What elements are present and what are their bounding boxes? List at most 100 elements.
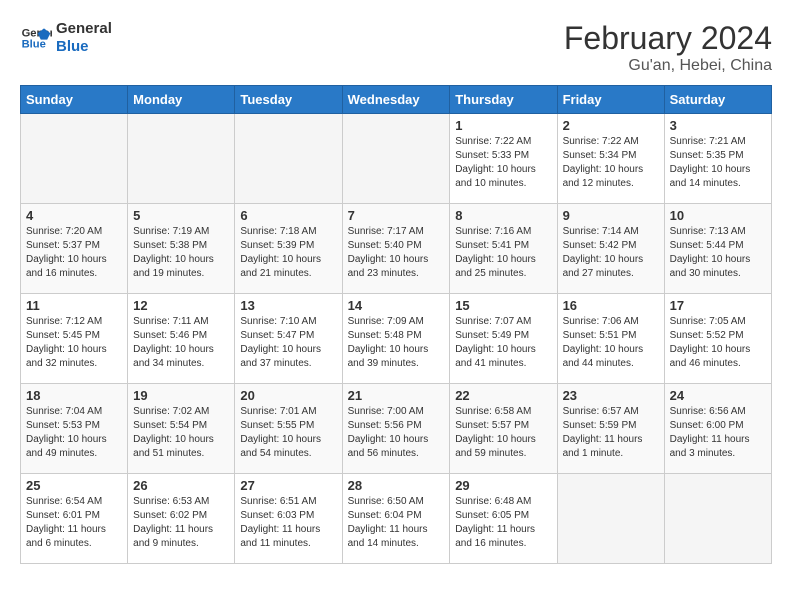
calendar-cell: 27 Sunrise: 6:51 AM Sunset: 6:03 PM Dayli… [235, 474, 342, 564]
calendar-table: SundayMondayTuesdayWednesdayThursdayFrid… [20, 85, 772, 564]
logo: General Blue General Blue [20, 20, 112, 56]
day-number: 27 [240, 478, 336, 493]
calendar-cell: 19 Sunrise: 7:02 AM Sunset: 5:54 PM Dayli… [128, 384, 235, 474]
calendar-cell: 10Sunrise: 7:13 AM Sunset: 5:44 PM Dayli… [664, 204, 771, 294]
day-detail: Sunrise: 6:50 AM Sunset: 6:04 PM Dayligh… [348, 495, 445, 551]
day-detail: Sunrise: 6:56 AM Sunset: 6:00 PM Dayligh… [670, 405, 766, 461]
day-detail: Sunrise: 6:54 AM Sunset: 6:01 PM Dayligh… [26, 495, 122, 551]
calendar-cell: 12 Sunrise: 7:11 AM Sunset: 5:46 PM Dayli… [128, 294, 235, 384]
day-detail: Sunrise: 7:12 AM Sunset: 5:45 PM Dayligh… [26, 315, 122, 371]
day-detail: Sunrise: 7:00 AM Sunset: 5:56 PM Dayligh… [348, 405, 445, 461]
day-number: 1 [455, 118, 551, 133]
calendar-cell: 7Sunrise: 7:17 AM Sunset: 5:40 PM Daylig… [342, 204, 450, 294]
calendar-cell [21, 114, 128, 204]
day-number: 25 [26, 478, 122, 493]
title-area: February 2024 Gu'an, Hebei, China [564, 20, 772, 75]
day-number: 12 [133, 298, 229, 313]
calendar-subtitle: Gu'an, Hebei, China [564, 57, 772, 75]
day-number: 13 [240, 298, 336, 313]
day-detail: Sunrise: 7:01 AM Sunset: 5:55 PM Dayligh… [240, 405, 336, 461]
calendar-cell [235, 114, 342, 204]
calendar-cell: 28 Sunrise: 6:50 AM Sunset: 6:04 PM Dayli… [342, 474, 450, 564]
logo-icon: General Blue [20, 22, 52, 54]
day-detail: Sunrise: 7:02 AM Sunset: 5:54 PM Dayligh… [133, 405, 229, 461]
col-header-tuesday: Tuesday [235, 86, 342, 114]
calendar-cell: 5 Sunrise: 7:19 AM Sunset: 5:38 PM Daylig… [128, 204, 235, 294]
day-number: 20 [240, 388, 336, 403]
day-number: 18 [26, 388, 122, 403]
day-number: 15 [455, 298, 551, 313]
col-header-friday: Friday [557, 86, 664, 114]
calendar-cell: 13 Sunrise: 7:10 AM Sunset: 5:47 PM Dayli… [235, 294, 342, 384]
calendar-cell: 20 Sunrise: 7:01 AM Sunset: 5:55 PM Dayli… [235, 384, 342, 474]
day-number: 3 [670, 118, 766, 133]
calendar-cell: 21 Sunrise: 7:00 AM Sunset: 5:56 PM Dayli… [342, 384, 450, 474]
day-detail: Sunrise: 6:57 AM Sunset: 5:59 PM Dayligh… [563, 405, 659, 461]
calendar-title: February 2024 [564, 20, 772, 57]
day-detail: Sunrise: 7:09 AM Sunset: 5:48 PM Dayligh… [348, 315, 445, 371]
day-detail: Sunrise: 7:07 AM Sunset: 5:49 PM Dayligh… [455, 315, 551, 371]
calendar-cell: 25 Sunrise: 6:54 AM Sunset: 6:01 PM Dayli… [21, 474, 128, 564]
day-detail: Sunrise: 6:48 AM Sunset: 6:05 PM Dayligh… [455, 495, 551, 551]
col-header-sunday: Sunday [21, 86, 128, 114]
calendar-cell: 3 Sunrise: 7:21 AM Sunset: 5:35 PM Daylig… [664, 114, 771, 204]
day-detail: Sunrise: 7:16 AM Sunset: 5:41 PM Dayligh… [455, 225, 551, 281]
day-number: 22 [455, 388, 551, 403]
calendar-cell: 6 Sunrise: 7:18 AM Sunset: 5:39 PM Daylig… [235, 204, 342, 294]
col-header-saturday: Saturday [664, 86, 771, 114]
day-number: 9 [563, 208, 659, 223]
calendar-cell: 16Sunrise: 7:06 AM Sunset: 5:51 PM Dayli… [557, 294, 664, 384]
day-number: 6 [240, 208, 336, 223]
header: General Blue General Blue February 2024 … [20, 20, 772, 75]
day-detail: Sunrise: 7:19 AM Sunset: 5:38 PM Dayligh… [133, 225, 229, 281]
day-number: 7 [348, 208, 445, 223]
day-number: 28 [348, 478, 445, 493]
col-header-thursday: Thursday [450, 86, 557, 114]
day-detail: Sunrise: 6:53 AM Sunset: 6:02 PM Dayligh… [133, 495, 229, 551]
calendar-cell: 9Sunrise: 7:14 AM Sunset: 5:42 PM Daylig… [557, 204, 664, 294]
day-detail: Sunrise: 7:22 AM Sunset: 5:34 PM Dayligh… [563, 135, 659, 191]
day-number: 29 [455, 478, 551, 493]
calendar-cell: 1Sunrise: 7:22 AM Sunset: 5:33 PM Daylig… [450, 114, 557, 204]
day-number: 11 [26, 298, 122, 313]
calendar-cell: 23Sunrise: 6:57 AM Sunset: 5:59 PM Dayli… [557, 384, 664, 474]
calendar-cell [664, 474, 771, 564]
logo-line2: Blue [56, 38, 112, 56]
day-detail: Sunrise: 7:21 AM Sunset: 5:35 PM Dayligh… [670, 135, 766, 191]
week-row-4: 18 Sunrise: 7:04 AM Sunset: 5:53 PM Dayli… [21, 384, 772, 474]
col-header-wednesday: Wednesday [342, 86, 450, 114]
week-row-2: 4Sunrise: 7:20 AM Sunset: 5:37 PM Daylig… [21, 204, 772, 294]
calendar-cell [342, 114, 450, 204]
day-detail: Sunrise: 7:11 AM Sunset: 5:46 PM Dayligh… [133, 315, 229, 371]
calendar-cell: 15 Sunrise: 7:07 AM Sunset: 5:49 PM Dayli… [450, 294, 557, 384]
day-detail: Sunrise: 7:04 AM Sunset: 5:53 PM Dayligh… [26, 405, 122, 461]
calendar-cell: 8Sunrise: 7:16 AM Sunset: 5:41 PM Daylig… [450, 204, 557, 294]
day-number: 10 [670, 208, 766, 223]
day-detail: Sunrise: 6:51 AM Sunset: 6:03 PM Dayligh… [240, 495, 336, 551]
day-detail: Sunrise: 6:58 AM Sunset: 5:57 PM Dayligh… [455, 405, 551, 461]
calendar-cell: 14 Sunrise: 7:09 AM Sunset: 5:48 PM Dayli… [342, 294, 450, 384]
day-number: 17 [670, 298, 766, 313]
logo-line1: General [56, 20, 112, 38]
calendar-cell [128, 114, 235, 204]
calendar-cell: 22 Sunrise: 6:58 AM Sunset: 5:57 PM Dayli… [450, 384, 557, 474]
calendar-cell [557, 474, 664, 564]
calendar-cell: 4Sunrise: 7:20 AM Sunset: 5:37 PM Daylig… [21, 204, 128, 294]
svg-text:Blue: Blue [22, 39, 46, 51]
calendar-cell: 2 Sunrise: 7:22 AM Sunset: 5:34 PM Daylig… [557, 114, 664, 204]
calendar-cell: 17 Sunrise: 7:05 AM Sunset: 5:52 PM Dayli… [664, 294, 771, 384]
day-number: 5 [133, 208, 229, 223]
day-number: 16 [563, 298, 659, 313]
day-number: 2 [563, 118, 659, 133]
week-row-1: 1Sunrise: 7:22 AM Sunset: 5:33 PM Daylig… [21, 114, 772, 204]
day-number: 24 [670, 388, 766, 403]
day-number: 19 [133, 388, 229, 403]
day-number: 14 [348, 298, 445, 313]
day-detail: Sunrise: 7:18 AM Sunset: 5:39 PM Dayligh… [240, 225, 336, 281]
day-number: 21 [348, 388, 445, 403]
day-detail: Sunrise: 7:05 AM Sunset: 5:52 PM Dayligh… [670, 315, 766, 371]
col-header-monday: Monday [128, 86, 235, 114]
calendar-cell: 18 Sunrise: 7:04 AM Sunset: 5:53 PM Dayli… [21, 384, 128, 474]
week-row-5: 25 Sunrise: 6:54 AM Sunset: 6:01 PM Dayli… [21, 474, 772, 564]
day-detail: Sunrise: 7:10 AM Sunset: 5:47 PM Dayligh… [240, 315, 336, 371]
